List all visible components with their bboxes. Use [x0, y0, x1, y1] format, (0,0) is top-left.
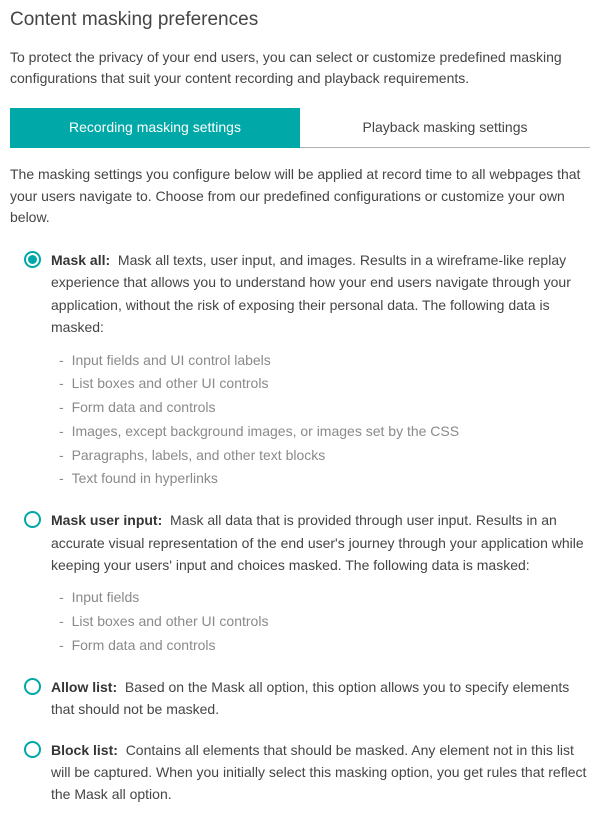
- option-desc-block-list: Contains all elements that should be mas…: [51, 742, 586, 803]
- option-mask-all: Mask all: Mask all texts, user input, an…: [10, 249, 590, 491]
- option-allow-list: Allow list: Based on the Mask all option…: [10, 676, 590, 721]
- option-label-block-list: Block list:: [51, 742, 118, 758]
- list-item: Paragraphs, labels, and other text block…: [59, 444, 590, 468]
- list-item: Input fields and UI control labels: [59, 349, 590, 373]
- list-item: List boxes and other UI controls: [59, 372, 590, 396]
- option-desc-mask-all: Mask all texts, user input, and images. …: [51, 252, 571, 335]
- list-item: Text found in hyperlinks: [59, 467, 590, 491]
- page-title: Content masking preferences: [10, 6, 590, 35]
- tab-recording[interactable]: Recording masking settings: [10, 108, 300, 148]
- option-text-allow-list: Allow list: Based on the Mask all option…: [51, 676, 590, 721]
- option-block-list: Block list: Contains all elements that s…: [10, 739, 590, 806]
- option-mask-user-input: Mask user input: Mask all data that is p…: [10, 509, 590, 658]
- radio-mask-user-input[interactable]: [24, 511, 41, 528]
- list-item: Form data and controls: [59, 634, 590, 658]
- option-text-block-list: Block list: Contains all elements that s…: [51, 739, 590, 806]
- radio-mask-all[interactable]: [24, 251, 41, 268]
- radio-allow-list[interactable]: [24, 678, 41, 695]
- option-label-mask-user-input: Mask user input:: [51, 512, 162, 528]
- tab-playback[interactable]: Playback masking settings: [300, 108, 590, 148]
- list-item: Form data and controls: [59, 396, 590, 420]
- radio-outer-icon: [24, 741, 41, 758]
- tabs-container: Recording masking settings Playback mask…: [10, 108, 590, 148]
- option-label-allow-list: Allow list:: [51, 679, 117, 695]
- radio-selected-icon: [28, 255, 37, 264]
- option-desc-allow-list: Based on the Mask all option, this optio…: [51, 679, 569, 717]
- radio-block-list[interactable]: [24, 741, 41, 758]
- radio-outer-icon: [24, 678, 41, 695]
- list-item: List boxes and other UI controls: [59, 610, 590, 634]
- list-item: Images, except background images, or ima…: [59, 420, 590, 444]
- option-text-mask-user-input: Mask user input: Mask all data that is p…: [51, 509, 590, 576]
- mask-all-list: Input fields and UI control labels List …: [59, 349, 590, 492]
- option-text-mask-all: Mask all: Mask all texts, user input, an…: [51, 249, 590, 339]
- option-content-allow-list: Allow list: Based on the Mask all option…: [51, 676, 590, 721]
- option-content-block-list: Block list: Contains all elements that s…: [51, 739, 590, 806]
- option-content-mask-user-input: Mask user input: Mask all data that is p…: [51, 509, 590, 658]
- intro-text: To protect the privacy of your end users…: [10, 47, 590, 90]
- mask-user-input-list: Input fields List boxes and other UI con…: [59, 586, 590, 657]
- radio-outer-icon: [24, 251, 41, 268]
- tab-description: The masking settings you configure below…: [10, 164, 590, 229]
- list-item: Input fields: [59, 586, 590, 610]
- option-content-mask-all: Mask all: Mask all texts, user input, an…: [51, 249, 590, 491]
- radio-outer-icon: [24, 511, 41, 528]
- option-label-mask-all: Mask all:: [51, 252, 110, 268]
